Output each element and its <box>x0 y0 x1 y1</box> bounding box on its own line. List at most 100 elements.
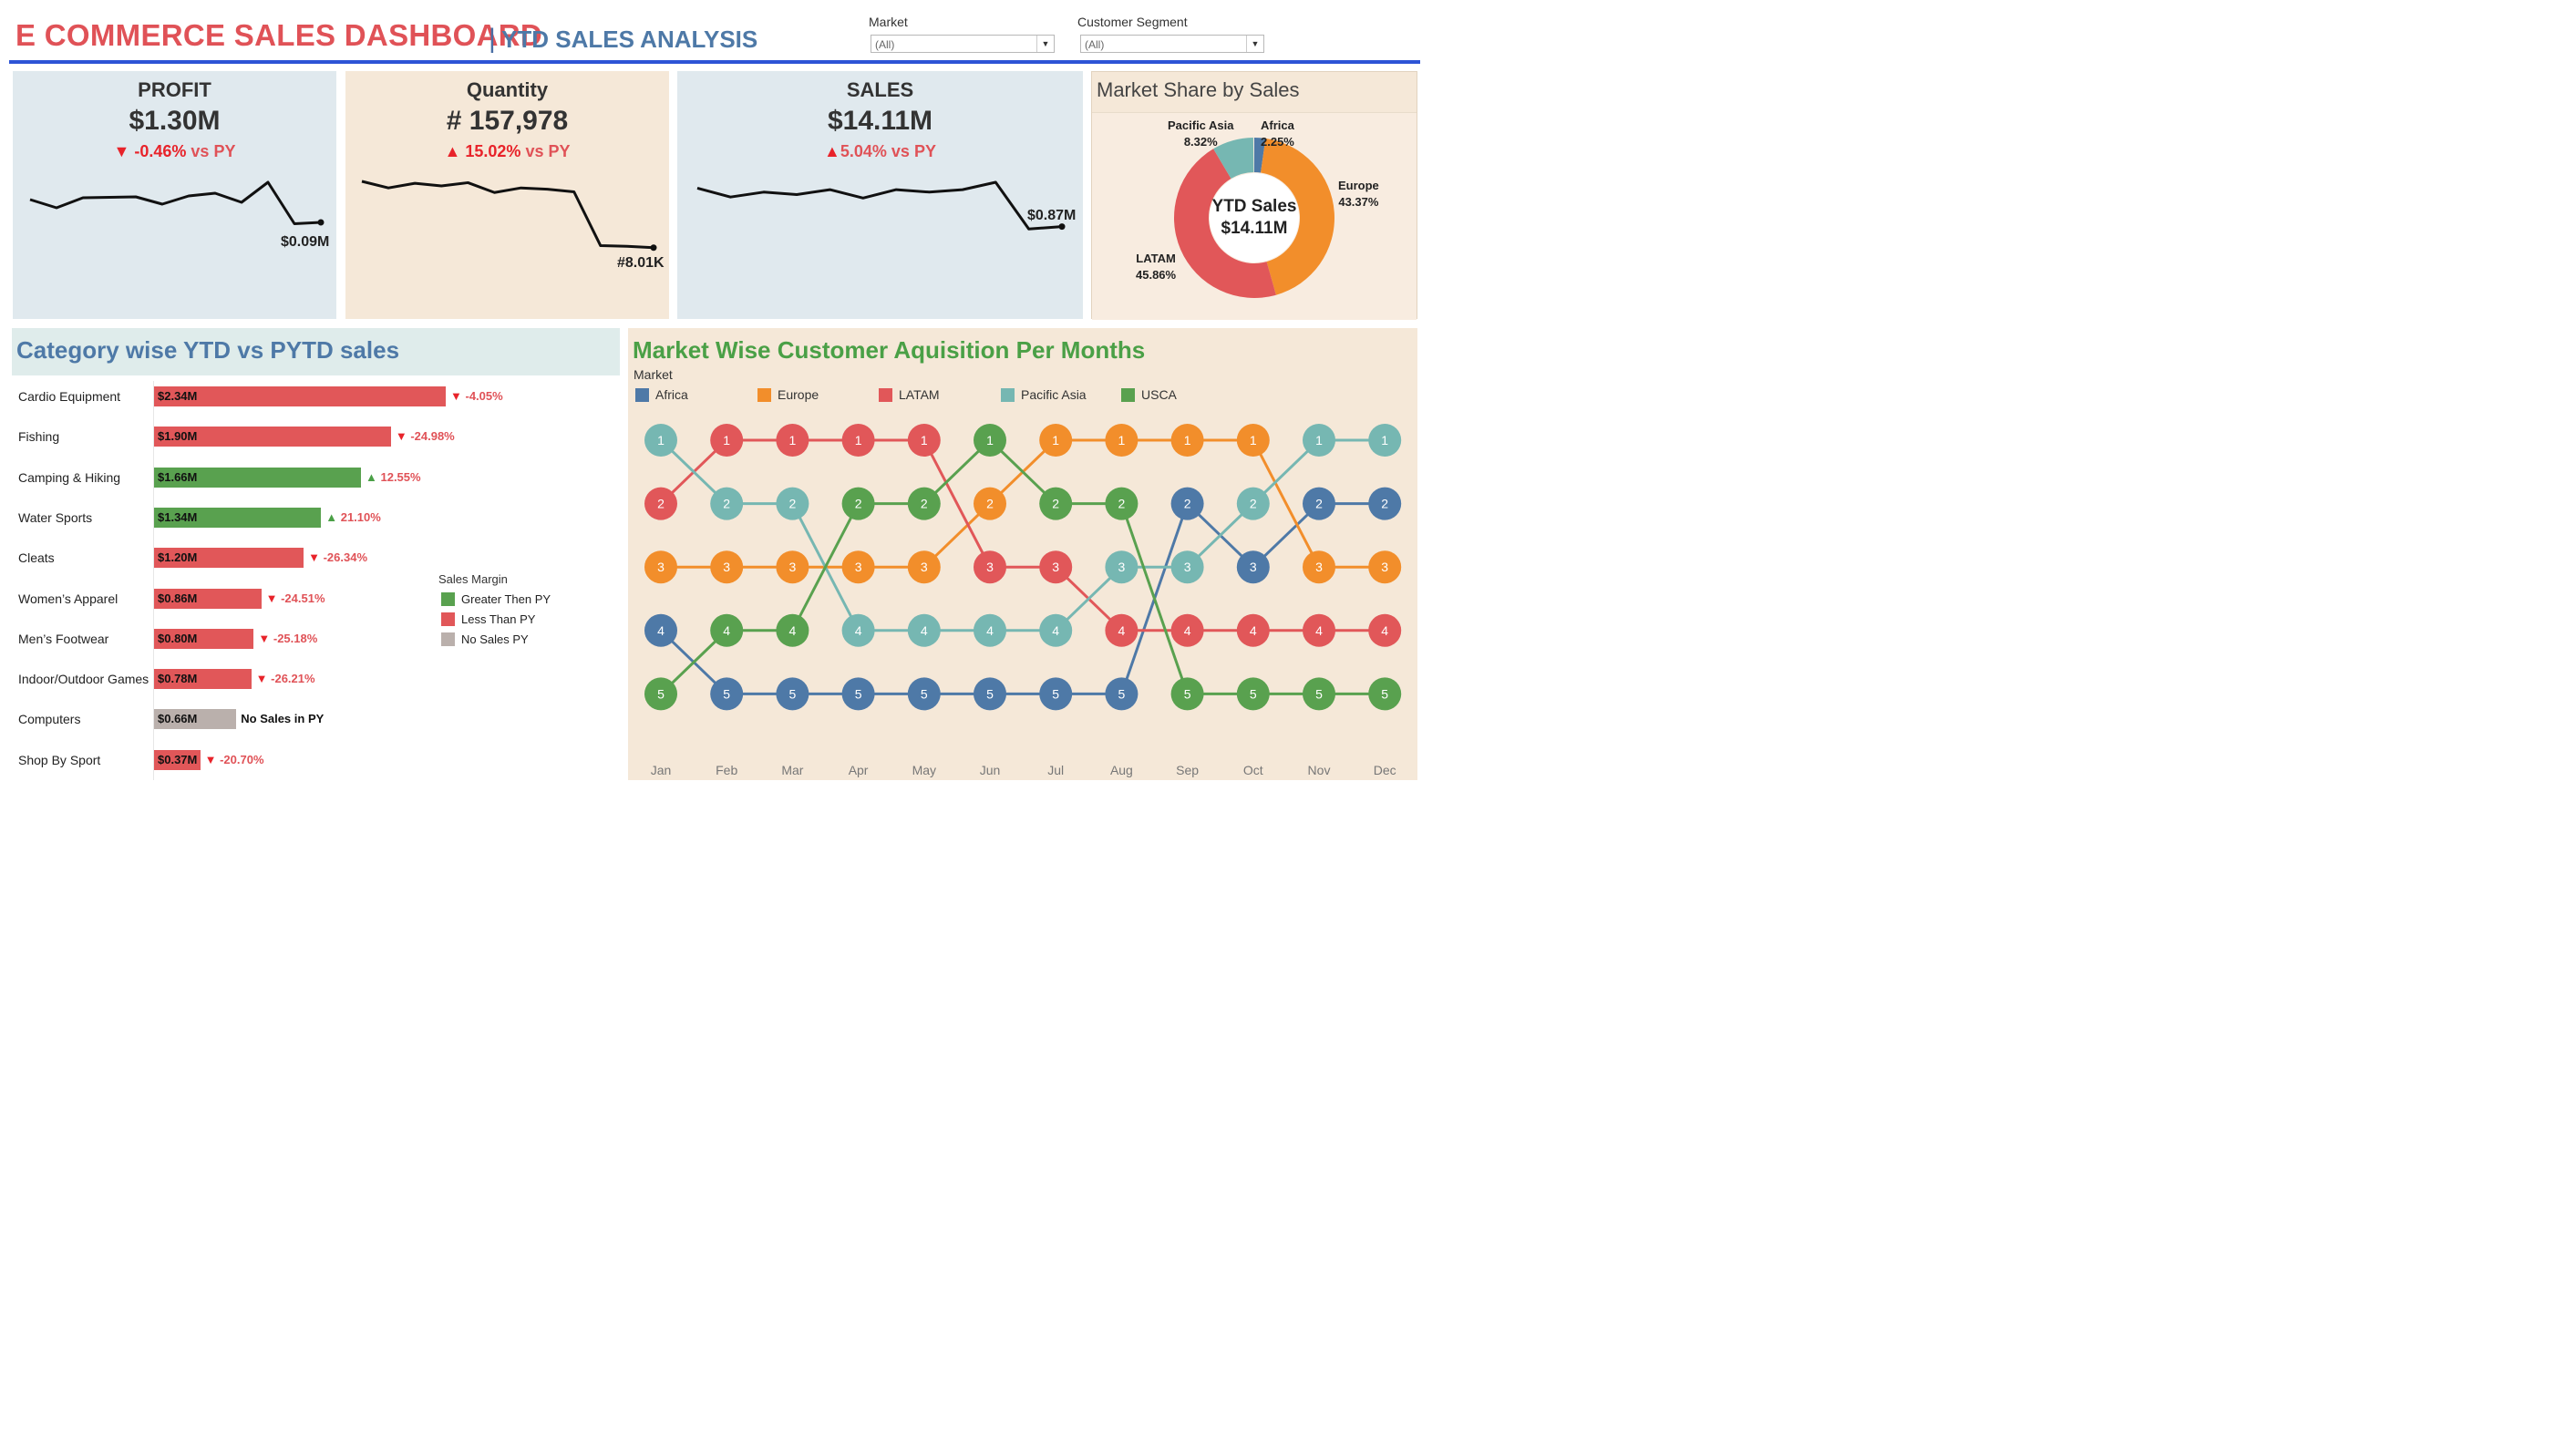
bump-node[interactable]: 1 <box>1170 424 1204 457</box>
bump-node[interactable]: 5 <box>907 677 941 711</box>
legend-none[interactable]: No Sales PY <box>441 632 529 646</box>
bump-node[interactable]: 1 <box>841 424 875 457</box>
rank-label: 5 <box>1250 686 1257 701</box>
bump-node[interactable]: 4 <box>907 613 941 647</box>
bump-node[interactable]: 5 <box>1236 677 1270 711</box>
category-bar[interactable]: $0.66M <box>154 709 237 730</box>
bump-node[interactable]: 2 <box>1039 487 1073 520</box>
bump-node[interactable]: 1 <box>974 424 1006 457</box>
bump-node[interactable]: 2 <box>974 487 1006 520</box>
bump-node[interactable]: 5 <box>974 677 1006 711</box>
bump-node[interactable]: 5 <box>644 677 677 711</box>
bump-node[interactable]: 2 <box>644 487 677 520</box>
bump-node[interactable]: 4 <box>1368 613 1402 647</box>
bump-node[interactable]: 1 <box>710 424 744 457</box>
chevron-down-icon[interactable]: ▼ <box>1036 36 1054 52</box>
bump-node[interactable]: 3 <box>1236 550 1270 584</box>
bump-node[interactable]: 2 <box>841 487 875 520</box>
bump-node[interactable]: 2 <box>1368 487 1402 520</box>
bump-node[interactable]: 3 <box>1170 550 1204 584</box>
category-bar[interactable]: $1.20M <box>154 548 304 569</box>
bump-node[interactable]: 5 <box>776 677 809 711</box>
bump-node[interactable]: 5 <box>710 677 744 711</box>
bump-node[interactable]: 5 <box>1368 677 1402 711</box>
bump-node[interactable]: 1 <box>907 424 941 457</box>
bump-node[interactable]: 3 <box>776 550 809 584</box>
rank-label: 5 <box>1118 686 1126 701</box>
sales-sparkline-line <box>696 180 1063 231</box>
bump-node[interactable]: 1 <box>1039 424 1073 457</box>
rank-label: 5 <box>986 686 994 701</box>
market-filter-dropdown[interactable]: (All) ▼ <box>871 35 1055 53</box>
category-delta: ▼ -24.98% <box>396 429 455 443</box>
bump-node[interactable]: 2 <box>1105 487 1139 520</box>
bump-node[interactable]: 2 <box>776 487 809 520</box>
category-delta: ▲ 12.55% <box>366 470 421 484</box>
bump-node[interactable]: 4 <box>974 613 1006 647</box>
category-bar[interactable]: $0.80M <box>154 628 254 649</box>
bump-node[interactable]: 2 <box>1236 487 1270 520</box>
slice-pct: 2.25% <box>1261 135 1294 149</box>
bump-node[interactable]: 2 <box>1303 487 1335 520</box>
bump-node[interactable]: 3 <box>1039 550 1073 584</box>
bump-node[interactable]: 3 <box>1368 550 1402 584</box>
rank-label: 3 <box>723 560 730 574</box>
category-bar[interactable]: $0.86M <box>154 588 262 609</box>
bump-node[interactable]: 3 <box>907 550 941 584</box>
bump-node[interactable]: 5 <box>1303 677 1335 711</box>
category-bar-chart: Cardio Equipment $2.34M ▼ -4.05% Fishing $1.… <box>0 0 629 793</box>
month-axis-label: Oct <box>1243 763 1263 777</box>
bump-node[interactable]: 3 <box>1303 550 1335 584</box>
bump-node[interactable]: 4 <box>710 613 744 647</box>
sales-kpi-card: SALES $14.11M ▲5.04% vs PY $0.87M <box>677 71 1083 319</box>
rank-label: 3 <box>1184 560 1191 574</box>
delta-value: -24.51% <box>281 591 325 605</box>
category-label: Water Sports <box>18 509 93 525</box>
delta-value: -26.34% <box>323 550 367 565</box>
category-bar[interactable]: $0.78M <box>154 669 252 690</box>
bump-node[interactable]: 4 <box>1303 613 1335 647</box>
rank-label: 2 <box>921 497 928 511</box>
bump-node[interactable]: 5 <box>841 677 875 711</box>
category-bar[interactable]: $1.90M <box>154 427 391 447</box>
bump-node[interactable]: 1 <box>1236 424 1270 457</box>
bump-node[interactable]: 4 <box>841 613 875 647</box>
bump-node[interactable]: 4 <box>1039 613 1073 647</box>
bump-node[interactable]: 1 <box>1368 424 1402 457</box>
bar-value-label: $1.66M <box>158 469 198 484</box>
bump-node[interactable]: 4 <box>1170 613 1204 647</box>
trend-down-icon: ▼ <box>258 631 273 645</box>
bump-node[interactable]: 4 <box>644 613 677 647</box>
slice-name: LATAM <box>1136 252 1176 265</box>
legend-greater[interactable]: Greater Then PY <box>441 592 551 606</box>
bump-node[interactable]: 3 <box>710 550 744 584</box>
category-bar[interactable]: $1.34M <box>154 507 322 528</box>
legend-less[interactable]: Less Than PY <box>441 612 535 626</box>
bump-node[interactable]: 1 <box>776 424 809 457</box>
segment-filter-dropdown[interactable]: (All) ▼ <box>1080 35 1264 53</box>
bump-node[interactable]: 5 <box>1039 677 1073 711</box>
rank-label: 2 <box>986 497 994 511</box>
bump-node[interactable]: 1 <box>1105 424 1139 457</box>
legend-swatch <box>441 592 455 606</box>
category-bar[interactable]: $2.34M <box>154 386 446 406</box>
category-bar[interactable]: $0.37M <box>154 749 201 770</box>
bump-node[interactable]: 5 <box>1170 677 1204 711</box>
bump-node[interactable]: 4 <box>1105 613 1139 647</box>
bump-node[interactable]: 3 <box>974 550 1006 584</box>
chevron-down-icon[interactable]: ▼ <box>1246 36 1263 52</box>
bump-node[interactable]: 4 <box>1236 613 1270 647</box>
bump-node[interactable]: 2 <box>907 487 941 520</box>
bump-node[interactable]: 1 <box>1303 424 1335 457</box>
rank-label: 3 <box>1118 560 1126 574</box>
bump-node[interactable]: 2 <box>1170 487 1204 520</box>
bump-node[interactable]: 2 <box>710 487 744 520</box>
bump-node[interactable]: 3 <box>841 550 875 584</box>
rank-label: 3 <box>986 560 994 574</box>
bump-node[interactable]: 3 <box>1105 550 1139 584</box>
bump-node[interactable]: 3 <box>644 550 677 584</box>
bump-node[interactable]: 5 <box>1105 677 1139 711</box>
category-bar[interactable]: $1.66M <box>154 467 361 488</box>
bump-node[interactable]: 1 <box>644 424 677 457</box>
bump-node[interactable]: 4 <box>776 613 809 647</box>
